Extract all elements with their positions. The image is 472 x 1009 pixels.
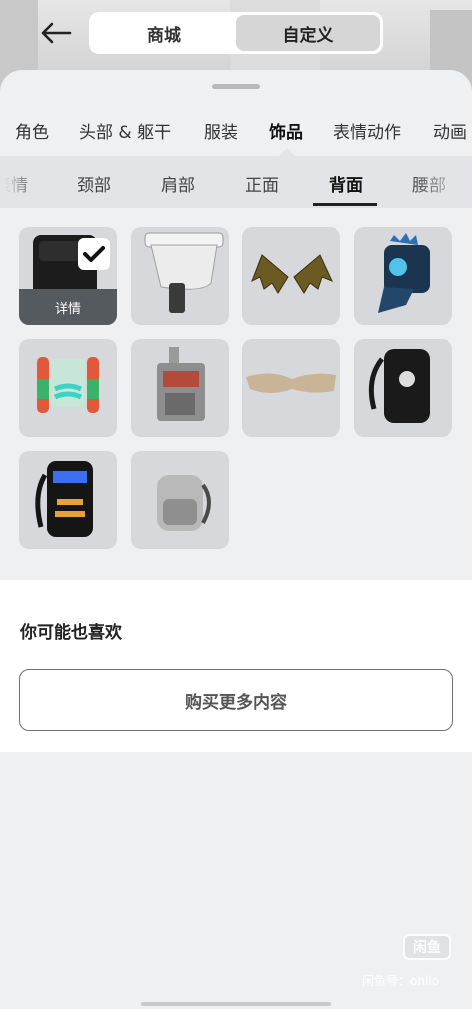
item-tile-robot-backpack[interactable] (131, 339, 229, 437)
top-bar: 商城 自定义 (0, 0, 472, 66)
blue-monster-backpack-icon (378, 233, 430, 313)
sheet-grabber[interactable] (212, 84, 260, 89)
watermark-logo: 闲鱼 (403, 934, 451, 960)
gray-backpack-icon (157, 475, 211, 531)
tan-wings-icon (246, 373, 336, 393)
tab-accessories[interactable]: 饰品 (269, 118, 303, 143)
watermark-text: 闲鱼号：ohllo (362, 974, 439, 988)
tab-customize[interactable]: 自定义 (236, 15, 380, 51)
bottom-area (0, 752, 472, 1009)
tab-clothing[interactable]: 服装 (204, 118, 238, 143)
tab-character[interactable]: 角色 (15, 118, 49, 143)
equipped-check (78, 238, 110, 270)
category-tabs: 角色 头部 & 躯干 服装 饰品 表情动作 动画 (0, 110, 472, 150)
item-tile-bat-wings[interactable] (242, 227, 340, 325)
back-button[interactable] (36, 16, 76, 50)
tab-head-body[interactable]: 头部 & 躯干 (79, 118, 171, 143)
recommendation-section: 你可能也喜欢 购买更多内容 (0, 580, 472, 752)
checkmark-icon (83, 246, 105, 262)
white-sink-backpack-icon (144, 232, 224, 313)
bat-wings-icon (251, 254, 333, 294)
fade-right (412, 156, 472, 208)
recommend-title: 你可能也喜欢 (20, 623, 122, 643)
subtab-neck[interactable]: 颈部 (77, 171, 111, 196)
item-tile-black-backpack[interactable]: 详情 (19, 227, 117, 325)
tab-emotes[interactable]: 表情动作 (333, 118, 401, 143)
details-button[interactable]: 详情 (19, 289, 117, 325)
item-tile-rainbow-jetpack[interactable] (19, 339, 117, 437)
tab-shop[interactable]: 商城 (92, 15, 236, 51)
jurassic-backpack-icon (368, 349, 430, 423)
rainbow-jetpack-icon (37, 357, 99, 413)
arrow-left-icon (41, 22, 72, 44)
item-tile-blue-monster[interactable] (354, 227, 452, 325)
item-tile-white-sink[interactable] (131, 227, 229, 325)
home-indicator (141, 1002, 331, 1006)
fade-left (0, 156, 40, 208)
item-tile-fx-artist-backpack[interactable] (19, 451, 117, 549)
item-tile-gray-backpack[interactable] (131, 451, 229, 549)
robot-backpack-icon (157, 347, 205, 421)
item-tile-jurassic-backpack[interactable] (354, 339, 452, 437)
subtab-front[interactable]: 正面 (245, 171, 279, 196)
buy-more-button[interactable]: 购买更多内容 (19, 669, 453, 731)
category-indicator (279, 148, 295, 156)
fx-artist-backpack-icon (35, 461, 93, 537)
subtab-back[interactable]: 背面 (329, 171, 363, 196)
subcategory-bar: 表情 颈部 肩部 正面 背面 腰部 (0, 156, 472, 208)
subtab-shoulder[interactable]: 肩部 (161, 171, 195, 196)
mode-switch: 商城 自定义 (89, 12, 383, 54)
tab-animations[interactable]: 动画 (433, 118, 467, 143)
subtab-underline (313, 203, 377, 206)
item-tile-tan-wings[interactable] (242, 339, 340, 437)
